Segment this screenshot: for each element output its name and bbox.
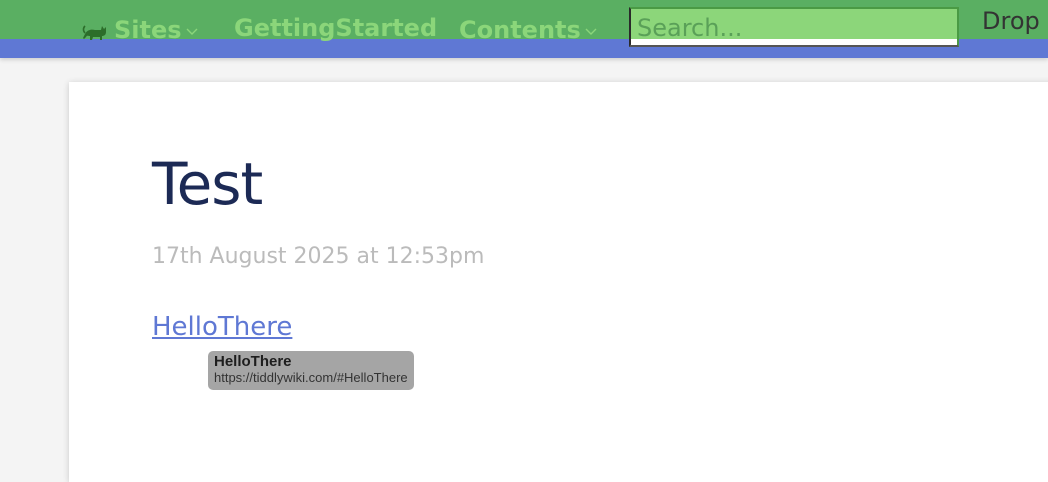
tiddler-title: Test — [152, 150, 263, 218]
contents-menu[interactable]: Contents — [459, 13, 597, 47]
tiddler-card — [69, 82, 1048, 482]
chevron-down-icon — [585, 17, 597, 47]
drop-label[interactable]: Drop — [982, 7, 1040, 35]
contents-menu-label: Contents — [459, 16, 581, 44]
chevron-down-icon — [186, 17, 198, 47]
hellothere-link[interactable]: HelloThere — [152, 310, 292, 344]
tiddler-modified-date: 17th August 2025 at 12:53pm — [152, 244, 485, 269]
sites-menu-label: Sites — [114, 16, 182, 44]
cat-icon — [82, 19, 108, 41]
link-tooltip: HelloThere https://tiddlywiki.com/#Hello… — [208, 351, 414, 390]
getting-started-link[interactable]: GettingStarted — [234, 13, 437, 43]
search-input-underline — [631, 39, 957, 45]
sites-menu[interactable]: Sites — [82, 13, 198, 47]
getting-started-label: GettingStarted — [234, 14, 438, 42]
tooltip-title: HelloThere — [214, 353, 292, 370]
tooltip-url: https://tiddlywiki.com/#HelloThere — [214, 370, 408, 385]
